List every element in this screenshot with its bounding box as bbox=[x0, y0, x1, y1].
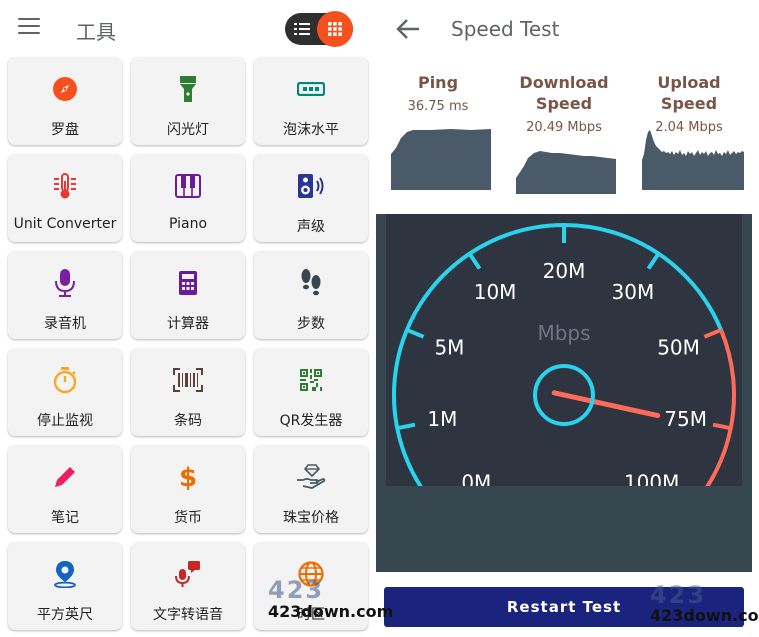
menu-icon[interactable] bbox=[18, 18, 40, 36]
tool-stopwatch[interactable]: 停止监视 bbox=[8, 348, 122, 436]
ping-label: Ping bbox=[417, 73, 459, 92]
tool-text-to-speech[interactable]: 文字转语音 bbox=[131, 542, 245, 630]
gauge-needle bbox=[551, 390, 661, 419]
download-sparkline bbox=[516, 151, 616, 194]
tools-toolbar: 工具 bbox=[0, 0, 376, 56]
tool-unit-converter[interactable]: Unit Converter bbox=[8, 154, 122, 242]
dollar-icon: $ bbox=[131, 463, 245, 491]
tool-sound-level[interactable]: 声级 bbox=[254, 154, 368, 242]
tool-qr-generator[interactable]: QR发生器 bbox=[254, 348, 368, 436]
microphone-icon bbox=[8, 269, 122, 297]
tool-step-counter[interactable]: 步数 bbox=[254, 251, 368, 339]
pencil-icon bbox=[8, 463, 122, 491]
tool-piano[interactable]: Piano bbox=[131, 154, 245, 242]
ping-value: 36.75 ms bbox=[407, 99, 469, 114]
watermark-big-text: 423 bbox=[268, 576, 325, 604]
tool-label: 步数 bbox=[297, 316, 325, 332]
gauge-tick bbox=[396, 422, 416, 431]
gauge-tick-label: 10M bbox=[474, 280, 517, 304]
gauge-tick-label: 5M bbox=[434, 336, 464, 360]
gauge-unit-label: Mbps bbox=[537, 321, 590, 345]
thermometer-icon bbox=[8, 172, 122, 200]
watermark-right: 423 423down.com bbox=[650, 581, 759, 625]
list-view-icon[interactable] bbox=[285, 13, 319, 45]
gauge-tick-label: 75M bbox=[664, 407, 707, 431]
tool-label: 笔记 bbox=[51, 510, 79, 526]
download-value: 20.49 Mbps bbox=[526, 120, 602, 135]
speaker-icon bbox=[254, 172, 368, 200]
tool-square-feet[interactable]: 平方英尺 bbox=[8, 542, 122, 630]
speed-test-screen: Speed Test Ping 36.75 ms Download Speed … bbox=[376, 0, 759, 637]
tool-label: 条码 bbox=[174, 413, 202, 429]
tool-compass[interactable]: 罗盘 bbox=[8, 57, 122, 145]
download-label: Download Speed bbox=[519, 73, 609, 113]
flashlight-icon bbox=[131, 75, 245, 103]
tool-label: 平方英尺 bbox=[37, 607, 93, 623]
tool-currency[interactable]: $ 货币 bbox=[131, 445, 245, 533]
tool-label: 货币 bbox=[174, 510, 202, 526]
gauge-tick-label: 30M bbox=[612, 280, 655, 304]
tool-label: 录音机 bbox=[44, 316, 86, 332]
map-pin-icon bbox=[8, 560, 122, 588]
ping-metric: Ping 36.75 ms bbox=[378, 72, 498, 114]
page-title: Speed Test bbox=[451, 17, 560, 41]
tool-label: 计算器 bbox=[167, 316, 209, 332]
svg-text:$: $ bbox=[179, 463, 197, 491]
qr-code-icon bbox=[254, 366, 368, 394]
speedometer: 0M 1M 5M 10M 20M 30M 50M 75M 100M Mbps bbox=[386, 214, 742, 486]
piano-icon bbox=[131, 172, 245, 200]
tool-barcode[interactable]: 条码 bbox=[131, 348, 245, 436]
footsteps-icon bbox=[254, 269, 368, 297]
speedometer-panel: 0M 1M 5M 10M 20M 30M 50M 75M 100M Mbps bbox=[376, 214, 752, 572]
tool-label: Piano bbox=[168, 216, 208, 232]
ping-sparkline bbox=[391, 129, 491, 190]
bubble-level-icon bbox=[254, 75, 368, 103]
tool-label: 声级 bbox=[297, 219, 325, 235]
gauge-tick-label: 50M bbox=[657, 336, 700, 360]
gauge-tick bbox=[467, 252, 482, 270]
tool-jewelry-price[interactable]: 珠宝价格 bbox=[254, 445, 368, 533]
download-metric: Download Speed 20.49 Mbps bbox=[504, 72, 624, 135]
view-mode-toggle[interactable] bbox=[285, 11, 353, 47]
tool-label: 闪光灯 bbox=[167, 122, 209, 138]
tool-label: Unit Converter bbox=[13, 216, 117, 232]
gauge-tick bbox=[712, 422, 732, 431]
gauge-tick bbox=[406, 328, 425, 339]
speedometer-gauge: 0M 1M 5M 10M 20M 30M 50M 75M 100M Mbps bbox=[392, 223, 736, 486]
tools-grid: 罗盘 闪光灯 泡沫水平 Unit Converter Piano 声级 录音机 … bbox=[8, 57, 368, 630]
gauge-tick bbox=[646, 252, 661, 270]
tool-label: 停止监视 bbox=[37, 413, 93, 429]
tool-label: 珠宝价格 bbox=[283, 510, 339, 526]
gauge-tick-label: 20M bbox=[543, 259, 586, 283]
page-title: 工具 bbox=[76, 20, 116, 44]
tool-label: 罗盘 bbox=[51, 122, 79, 138]
upload-sparkline bbox=[642, 130, 744, 190]
gauge-tick bbox=[703, 328, 722, 339]
tool-label: 文字转语音 bbox=[153, 607, 223, 623]
upload-label: Upload Speed bbox=[657, 73, 721, 113]
grid-view-icon[interactable] bbox=[317, 11, 353, 47]
watermark-small-text: 423down.com bbox=[268, 602, 394, 621]
gauge-tick-label: 1M bbox=[427, 407, 457, 431]
voice-message-icon bbox=[131, 560, 245, 588]
tool-calculator[interactable]: 计算器 bbox=[131, 251, 245, 339]
calculator-icon bbox=[131, 269, 245, 297]
tool-notes[interactable]: 笔记 bbox=[8, 445, 122, 533]
tool-recorder[interactable]: 录音机 bbox=[8, 251, 122, 339]
tool-label: 泡沫水平 bbox=[283, 122, 339, 138]
tools-screen: 工具 罗盘 闪光灯 泡沫水平 Unit Converter Piano 声级 录… bbox=[0, 0, 376, 637]
stopwatch-icon bbox=[8, 366, 122, 394]
gauge-tick-label: 100M bbox=[624, 471, 679, 486]
barcode-icon bbox=[131, 366, 245, 394]
watermark-left: 423 423down.com bbox=[268, 578, 393, 621]
compass-icon bbox=[8, 75, 122, 103]
tool-label: QR发生器 bbox=[279, 413, 343, 429]
back-arrow-icon[interactable] bbox=[394, 15, 422, 43]
tool-flashlight[interactable]: 闪光灯 bbox=[131, 57, 245, 145]
gauge-tick-label: 0M bbox=[461, 471, 491, 486]
upload-metric: Upload Speed 2.04 Mbps bbox=[629, 72, 749, 135]
jewel-hand-icon bbox=[254, 463, 368, 491]
tool-bubble-level[interactable]: 泡沫水平 bbox=[254, 57, 368, 145]
watermark-big-text: 423 bbox=[650, 581, 707, 609]
